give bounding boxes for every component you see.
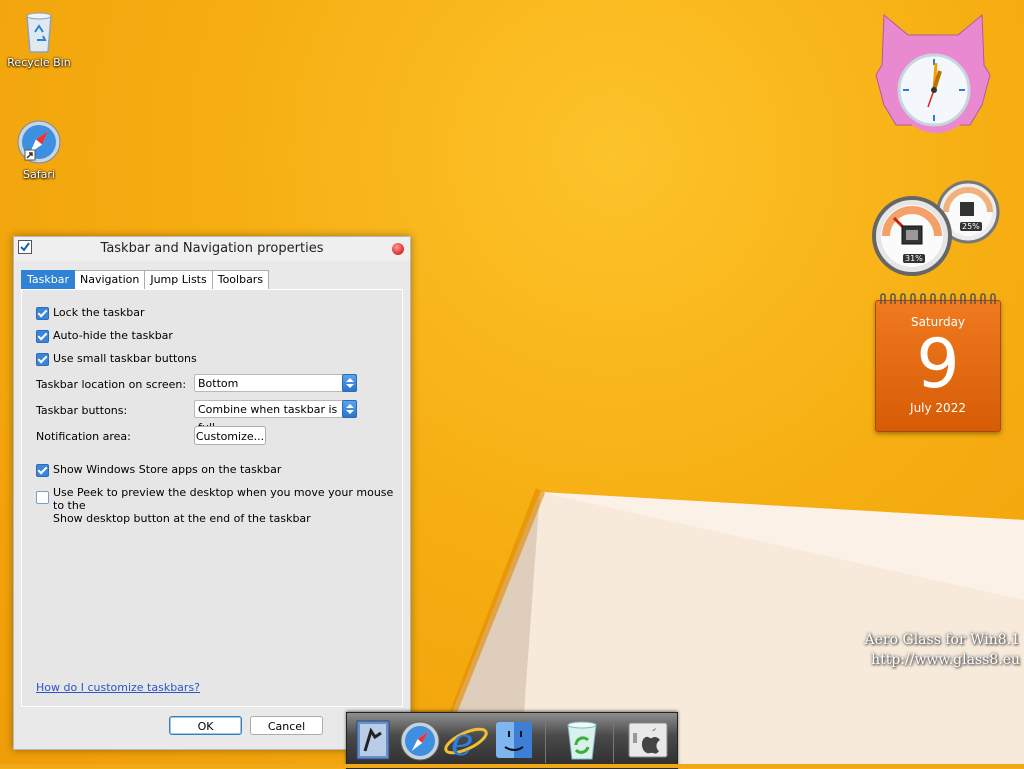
tab-navigation[interactable]: Navigation — [75, 270, 146, 290]
autohide-taskbar-checkbox[interactable] — [36, 330, 49, 343]
small-buttons-label: Use small taskbar buttons — [53, 352, 197, 365]
cpu-usage-label: 31% — [903, 254, 925, 263]
lock-taskbar-label: Lock the taskbar — [53, 306, 145, 319]
aero-glass-watermark: Aero Glass for Win8.1 http://www.glass8.… — [865, 630, 1020, 670]
taskbar-buttons-select[interactable]: Combine when taskbar is full — [194, 400, 357, 434]
watermark-line-2: http://www.glass8.eu — [871, 652, 1020, 668]
dock-item-mail[interactable] — [351, 717, 397, 763]
calendar-day-number: 9 — [916, 325, 960, 404]
peek-label-line-2: Show desktop button at the end of the ta… — [53, 512, 311, 525]
autohide-taskbar-label: Auto-hide the taskbar — [53, 329, 173, 342]
buttons-dropdown-arrow-icon[interactable] — [342, 400, 357, 418]
dialog-titlebar[interactable]: Taskbar and Navigation properties — [14, 237, 410, 261]
finder-icon — [496, 722, 532, 758]
meter-gadget-icon — [872, 180, 1000, 276]
dock-item-recycle-bin[interactable] — [559, 717, 605, 763]
calendar-rings — [880, 293, 996, 304]
svg-text:e: e — [451, 720, 474, 763]
calendar-body: Saturday 9 July 2022 — [875, 300, 1001, 432]
boot-camp-icon — [628, 722, 668, 758]
ok-button[interactable]: OK — [169, 716, 242, 735]
dock-item-finder[interactable] — [491, 717, 537, 763]
cancel-button[interactable]: Cancel — [250, 716, 323, 735]
dock: e — [346, 712, 678, 769]
taskbar-properties-dialog: Taskbar and Navigation properties Taskba… — [13, 236, 411, 750]
tab-taskbar[interactable]: Taskbar — [21, 270, 75, 290]
desktop-icon-label: Recycle Bin — [7, 56, 71, 69]
dock-item-boot-camp[interactable] — [625, 717, 671, 763]
dock-separator — [545, 719, 546, 763]
store-apps-option[interactable]: Show Windows Store apps on the taskbar — [36, 463, 281, 477]
taskbar-location-value: Bottom — [198, 377, 239, 390]
dock-separator — [613, 719, 614, 763]
peek-option[interactable]: Use Peek to preview the desktop when you… — [36, 486, 402, 525]
desktop-icon-recycle-bin[interactable]: Recycle Bin — [4, 6, 74, 69]
store-apps-label: Show Windows Store apps on the taskbar — [53, 463, 282, 476]
tab-jump-lists[interactable]: Jump Lists — [145, 270, 213, 290]
store-apps-checkbox[interactable] — [36, 464, 49, 477]
taskbar-tab-panel: Lock the taskbar Auto-hide the taskbar U… — [21, 289, 403, 707]
taskbar-location-select[interactable]: Bottom — [194, 374, 357, 392]
location-label: Taskbar location on screen: — [36, 378, 187, 391]
taskbar-buttons-label: Taskbar buttons: — [36, 404, 128, 417]
close-button[interactable] — [392, 243, 404, 255]
small-buttons-option[interactable]: Use small taskbar buttons — [36, 352, 197, 366]
desktop-icon-safari[interactable]: Safari — [4, 118, 74, 181]
location-dropdown-arrow-icon[interactable] — [342, 374, 357, 392]
safari-icon — [400, 721, 440, 761]
recycle-bin-icon — [567, 721, 597, 760]
hidden-taskbar-edge[interactable] — [0, 764, 1024, 768]
customize-button[interactable]: Customize... — [194, 426, 266, 445]
peek-checkbox[interactable] — [36, 491, 49, 504]
calendar-gadget[interactable]: Saturday 9 July 2022 — [875, 292, 1001, 432]
watermark-line-1: Aero Glass for Win8.1 — [864, 632, 1020, 648]
safari-icon — [15, 118, 63, 166]
mail-icon — [356, 720, 390, 760]
desktop-icon-label: Safari — [23, 168, 55, 181]
notification-area-label: Notification area: — [36, 430, 131, 443]
memory-usage-label: 25% — [960, 222, 982, 231]
recycle-bin-icon — [15, 6, 63, 54]
help-link[interactable]: How do I customize taskbars? — [36, 681, 200, 694]
dialog-title: Taskbar and Navigation properties — [100, 241, 324, 256]
dock-item-safari[interactable] — [397, 717, 443, 763]
clock-gadget-icon — [875, 13, 991, 133]
peek-label-line-1: Use Peek to preview the desktop when you… — [53, 486, 394, 512]
peek-label: Use Peek to preview the desktop when you… — [53, 486, 402, 525]
small-buttons-checkbox[interactable] — [36, 353, 49, 366]
tab-strip: Taskbar Navigation Jump Lists Toolbars — [21, 270, 270, 290]
lock-taskbar-checkbox[interactable] — [36, 307, 49, 320]
internet-explorer-icon: e — [444, 720, 488, 764]
tab-toolbars[interactable]: Toolbars — [212, 270, 270, 290]
lock-taskbar-option[interactable]: Lock the taskbar — [36, 306, 145, 320]
calendar-month-year: July 2022 — [910, 401, 966, 415]
cpu-meter-gadget[interactable]: 31% 25% — [872, 178, 1002, 278]
clock-gadget[interactable] — [872, 5, 994, 135]
dock-item-internet-explorer[interactable]: e — [443, 717, 489, 764]
autohide-taskbar-option[interactable]: Auto-hide the taskbar — [36, 329, 173, 343]
